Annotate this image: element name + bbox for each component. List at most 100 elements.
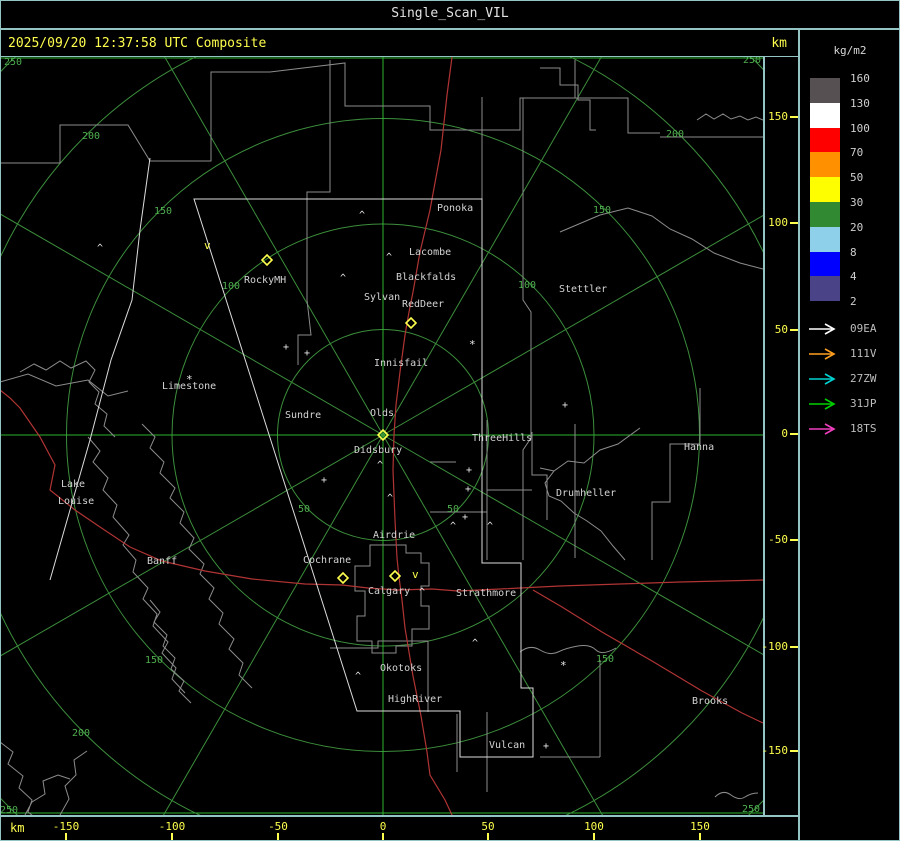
- county-boundary: [297, 60, 331, 365]
- radar-map-canvas[interactable]: 250 200 150 100 250 200 150 100 50 50 150 200 250 150…: [0, 57, 763, 815]
- ring-distance-label: 100: [518, 280, 536, 291]
- scale-color-swatch: [810, 78, 840, 103]
- city-label: Hanna: [684, 442, 714, 453]
- county-boundary: [354, 544, 430, 654]
- city-label: Banff: [147, 556, 177, 567]
- radar-arrow-icon: [809, 423, 836, 435]
- scan-sector-outline: [49, 157, 534, 758]
- scale-value-label: 70: [850, 146, 864, 160]
- right-axis-tick: [790, 646, 798, 648]
- star-marker: *: [186, 373, 193, 386]
- window-title: Single_Scan_VIL: [391, 6, 509, 21]
- scale-color-swatch: [810, 102, 840, 128]
- ring-distance-label: 250: [743, 57, 761, 66]
- radar-site-id-label: 09EA: [850, 322, 877, 335]
- city-label: Cochrane: [303, 555, 351, 566]
- bottom-axis-label: 0: [379, 820, 387, 833]
- city-label: Innisfail: [374, 358, 428, 369]
- scale-value-label: 100: [850, 121, 870, 135]
- v-marker: v: [204, 239, 211, 252]
- radar-arrow-icon: [809, 323, 836, 335]
- city-label: Calgary: [368, 586, 410, 597]
- station-diamond-marker: [336, 571, 350, 585]
- bottom-axis-tick: [487, 833, 489, 840]
- city-label: RedDeer: [402, 299, 444, 310]
- plus-marker: +: [283, 342, 289, 353]
- county-boundary: [522, 98, 532, 560]
- county-boundary: [0, 60, 576, 164]
- bottom-axis-tick: [277, 833, 279, 840]
- radar-arrow-icon: [809, 373, 836, 385]
- v-marker: v: [412, 568, 419, 581]
- caret-marker: ^: [472, 638, 478, 649]
- scan-timestamp: 2025/09/20 12:37:58 UTC Composite: [8, 36, 267, 51]
- right-axis-tick: [790, 222, 798, 224]
- radar-site-id-label: 111V: [850, 347, 877, 360]
- bottom-distance-axis: km -150 -100 -50 0 50 100 150: [0, 815, 798, 841]
- bottom-axis-label: -100: [158, 820, 186, 833]
- legend-panel: kg/m2 160 130 100 70 50 30 20 8 4 2 09EA 111V 27ZW 31…: [798, 30, 900, 841]
- city-label: Louise: [58, 496, 94, 507]
- scale-value-label: 2: [850, 295, 857, 309]
- right-axis-tick: [790, 750, 798, 752]
- radar-site-id-label: 18TS: [850, 422, 877, 435]
- star-marker: *: [560, 659, 567, 672]
- scale-value-label: 4: [850, 270, 857, 284]
- caret-marker: ^: [386, 252, 392, 263]
- plus-marker: +: [543, 741, 549, 752]
- scale-value-label: 50: [850, 171, 864, 185]
- azimuth-line: [163, 434, 384, 815]
- ring-distance-label: 50: [447, 504, 459, 515]
- caret-marker: ^: [419, 587, 425, 598]
- county-boundary: [696, 113, 763, 121]
- azimuth-line: [0, 434, 384, 657]
- city-label: HighRiver: [388, 694, 442, 705]
- highway-line: [0, 389, 763, 592]
- right-axis-tick: [790, 433, 798, 435]
- plus-marker: +: [321, 475, 327, 486]
- scale-color-swatch: [810, 177, 840, 202]
- right-axis-unit-label: km: [771, 36, 787, 51]
- radar-arrow-icon: [809, 398, 836, 410]
- star-marker: *: [469, 338, 476, 351]
- plus-marker: +: [465, 484, 471, 495]
- city-label: Olds: [370, 408, 394, 419]
- ring-distance-label: 150: [145, 655, 163, 666]
- ring-distance-label: 200: [82, 131, 100, 142]
- city-label: Didsbury: [354, 445, 402, 456]
- bottom-axis-tick: [699, 833, 701, 840]
- right-axis-tick: [790, 116, 798, 118]
- ring-distance-label: 150: [593, 205, 611, 216]
- city-label: Drumheller: [556, 488, 616, 499]
- radar-map-svg: 250 200 150 100 250 200 150 100 50 50 150 200 250 150…: [0, 57, 763, 815]
- caret-marker: ^: [359, 210, 365, 221]
- caret-marker: ^: [487, 521, 493, 532]
- scale-value-label: 160: [850, 72, 870, 85]
- caret-marker: ^: [377, 460, 383, 471]
- bottom-axis-label: -50: [268, 820, 288, 833]
- city-label: Ponoka: [437, 203, 473, 214]
- city-label: Vulcan: [489, 740, 525, 751]
- scale-color-swatch: [810, 202, 840, 227]
- right-axis-tick: [790, 329, 798, 331]
- scale-color-swatch: [810, 152, 840, 178]
- bottom-axis-label: -150: [52, 820, 80, 833]
- ring-distance-label: 50: [298, 504, 310, 515]
- city-label: Lake: [61, 479, 85, 490]
- ring-distance-label: 200: [72, 728, 90, 739]
- bottom-axis-label: 50: [481, 820, 495, 833]
- bottom-axis-tick: [65, 833, 67, 840]
- county-boundary: [0, 373, 129, 397]
- radar-site-id-label: 31JP: [850, 397, 877, 410]
- scale-color-swatch: [810, 276, 840, 302]
- bottom-axis-label: 150: [690, 820, 710, 833]
- right-distance-axis: 150 100 50 0 -50 -100 -150: [762, 57, 798, 815]
- right-axis-label: -50: [768, 533, 788, 546]
- caret-marker: ^: [387, 493, 393, 504]
- bottom-axis-label: 100: [584, 820, 604, 833]
- city-label: Lacombe: [409, 247, 451, 258]
- right-axis-label: 150: [768, 110, 788, 123]
- ring-distance-label: 250: [0, 805, 18, 815]
- caret-marker: ^: [340, 273, 346, 284]
- city-label: RockyMH: [244, 275, 286, 286]
